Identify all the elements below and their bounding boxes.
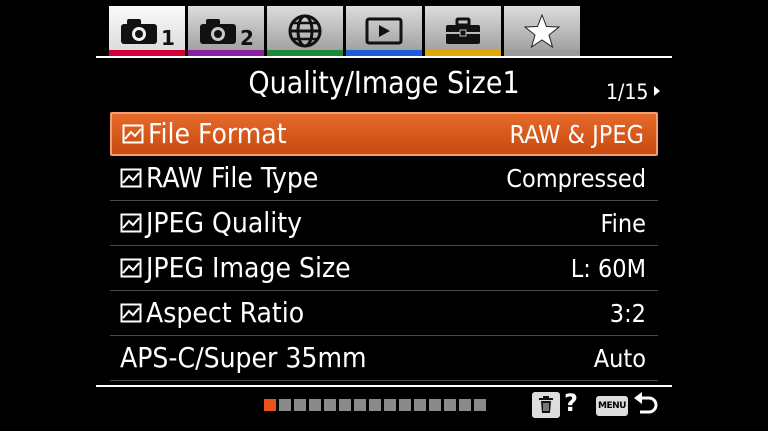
trash-icon (539, 396, 553, 413)
globe-icon (288, 14, 322, 48)
menu-item-value: Compressed (506, 163, 646, 193)
page-dot (459, 399, 471, 411)
page-dot (369, 399, 381, 411)
return-arrow-icon[interactable] (632, 392, 658, 420)
page-dot (339, 399, 351, 411)
star-icon (524, 14, 560, 48)
menu-item-value: 3:2 (609, 298, 646, 328)
page-dot (429, 399, 441, 411)
playback-icon (365, 17, 403, 45)
page-dot (294, 399, 306, 411)
menu-item-label: JPEG Image Size (110, 254, 351, 282)
tab-setup[interactable] (424, 6, 502, 56)
menu-item-aspect-ratio[interactable]: Aspect Ratio 3:2 (110, 291, 658, 336)
page-title: Quality/Image Size1 (248, 66, 520, 101)
menu-item-label: File Format (112, 120, 287, 148)
page-dot (384, 399, 396, 411)
page-dot (324, 399, 336, 411)
menu-item-value: L: 60M (570, 253, 646, 283)
menu-item-aps-c-super-35mm[interactable]: APS-C/Super 35mm Auto (110, 336, 658, 381)
tab-my-menu[interactable] (503, 6, 581, 56)
help-button[interactable]: ? (564, 389, 578, 417)
page-dot (279, 399, 291, 411)
page-dot (354, 399, 366, 411)
tab-number: 2 (240, 26, 254, 50)
menu-list: File Format RAW & JPEG RAW File Type Com… (110, 112, 658, 381)
page-dot (399, 399, 411, 411)
header-divider (96, 56, 672, 58)
tab-network[interactable] (266, 6, 344, 56)
menu-item-jpeg-image-size[interactable]: JPEG Image Size L: 60M (110, 246, 658, 291)
still-image-icon (120, 258, 142, 278)
next-page-arrow-icon[interactable] (654, 86, 660, 96)
menu-item-label: APS-C/Super 35mm (120, 341, 367, 374)
menu-item-value: Fine (600, 208, 646, 238)
delete-button[interactable] (532, 392, 560, 418)
still-image-icon (120, 168, 142, 188)
page-dot (414, 399, 426, 411)
page-dot (309, 399, 321, 411)
menu-item-label: RAW File Type (110, 164, 318, 192)
page-dot (474, 399, 486, 411)
tab-camera-settings-2[interactable]: 2 (187, 6, 265, 56)
page-indicator: 1/15 (606, 80, 649, 104)
page-position-indicator (264, 399, 486, 411)
tab-playback[interactable] (345, 6, 423, 56)
page-dot (444, 399, 456, 411)
toolbox-icon (446, 17, 480, 44)
tab-camera-settings-1[interactable]: 1 (108, 6, 186, 56)
still-image-icon (122, 124, 144, 144)
still-image-icon (120, 303, 142, 323)
menu-item-file-format[interactable]: File Format RAW & JPEG (110, 112, 658, 156)
menu-item-jpeg-quality[interactable]: JPEG Quality Fine (110, 201, 658, 246)
camera-icon (121, 19, 158, 44)
menu-item-value: RAW & JPEG (509, 119, 644, 149)
camera-icon (200, 19, 237, 44)
menu-key-button[interactable]: MENU (596, 396, 628, 416)
menu-tab-bar: 1 2 (108, 6, 581, 56)
menu-item-label: JPEG Quality (110, 209, 302, 237)
tab-number: 1 (161, 26, 175, 50)
page-dot-current (264, 399, 276, 411)
footer-divider (96, 385, 672, 387)
menu-item-raw-file-type[interactable]: RAW File Type Compressed (110, 156, 658, 201)
still-image-icon (120, 213, 142, 233)
menu-item-value: Auto (593, 343, 646, 373)
menu-item-label: Aspect Ratio (110, 299, 304, 327)
